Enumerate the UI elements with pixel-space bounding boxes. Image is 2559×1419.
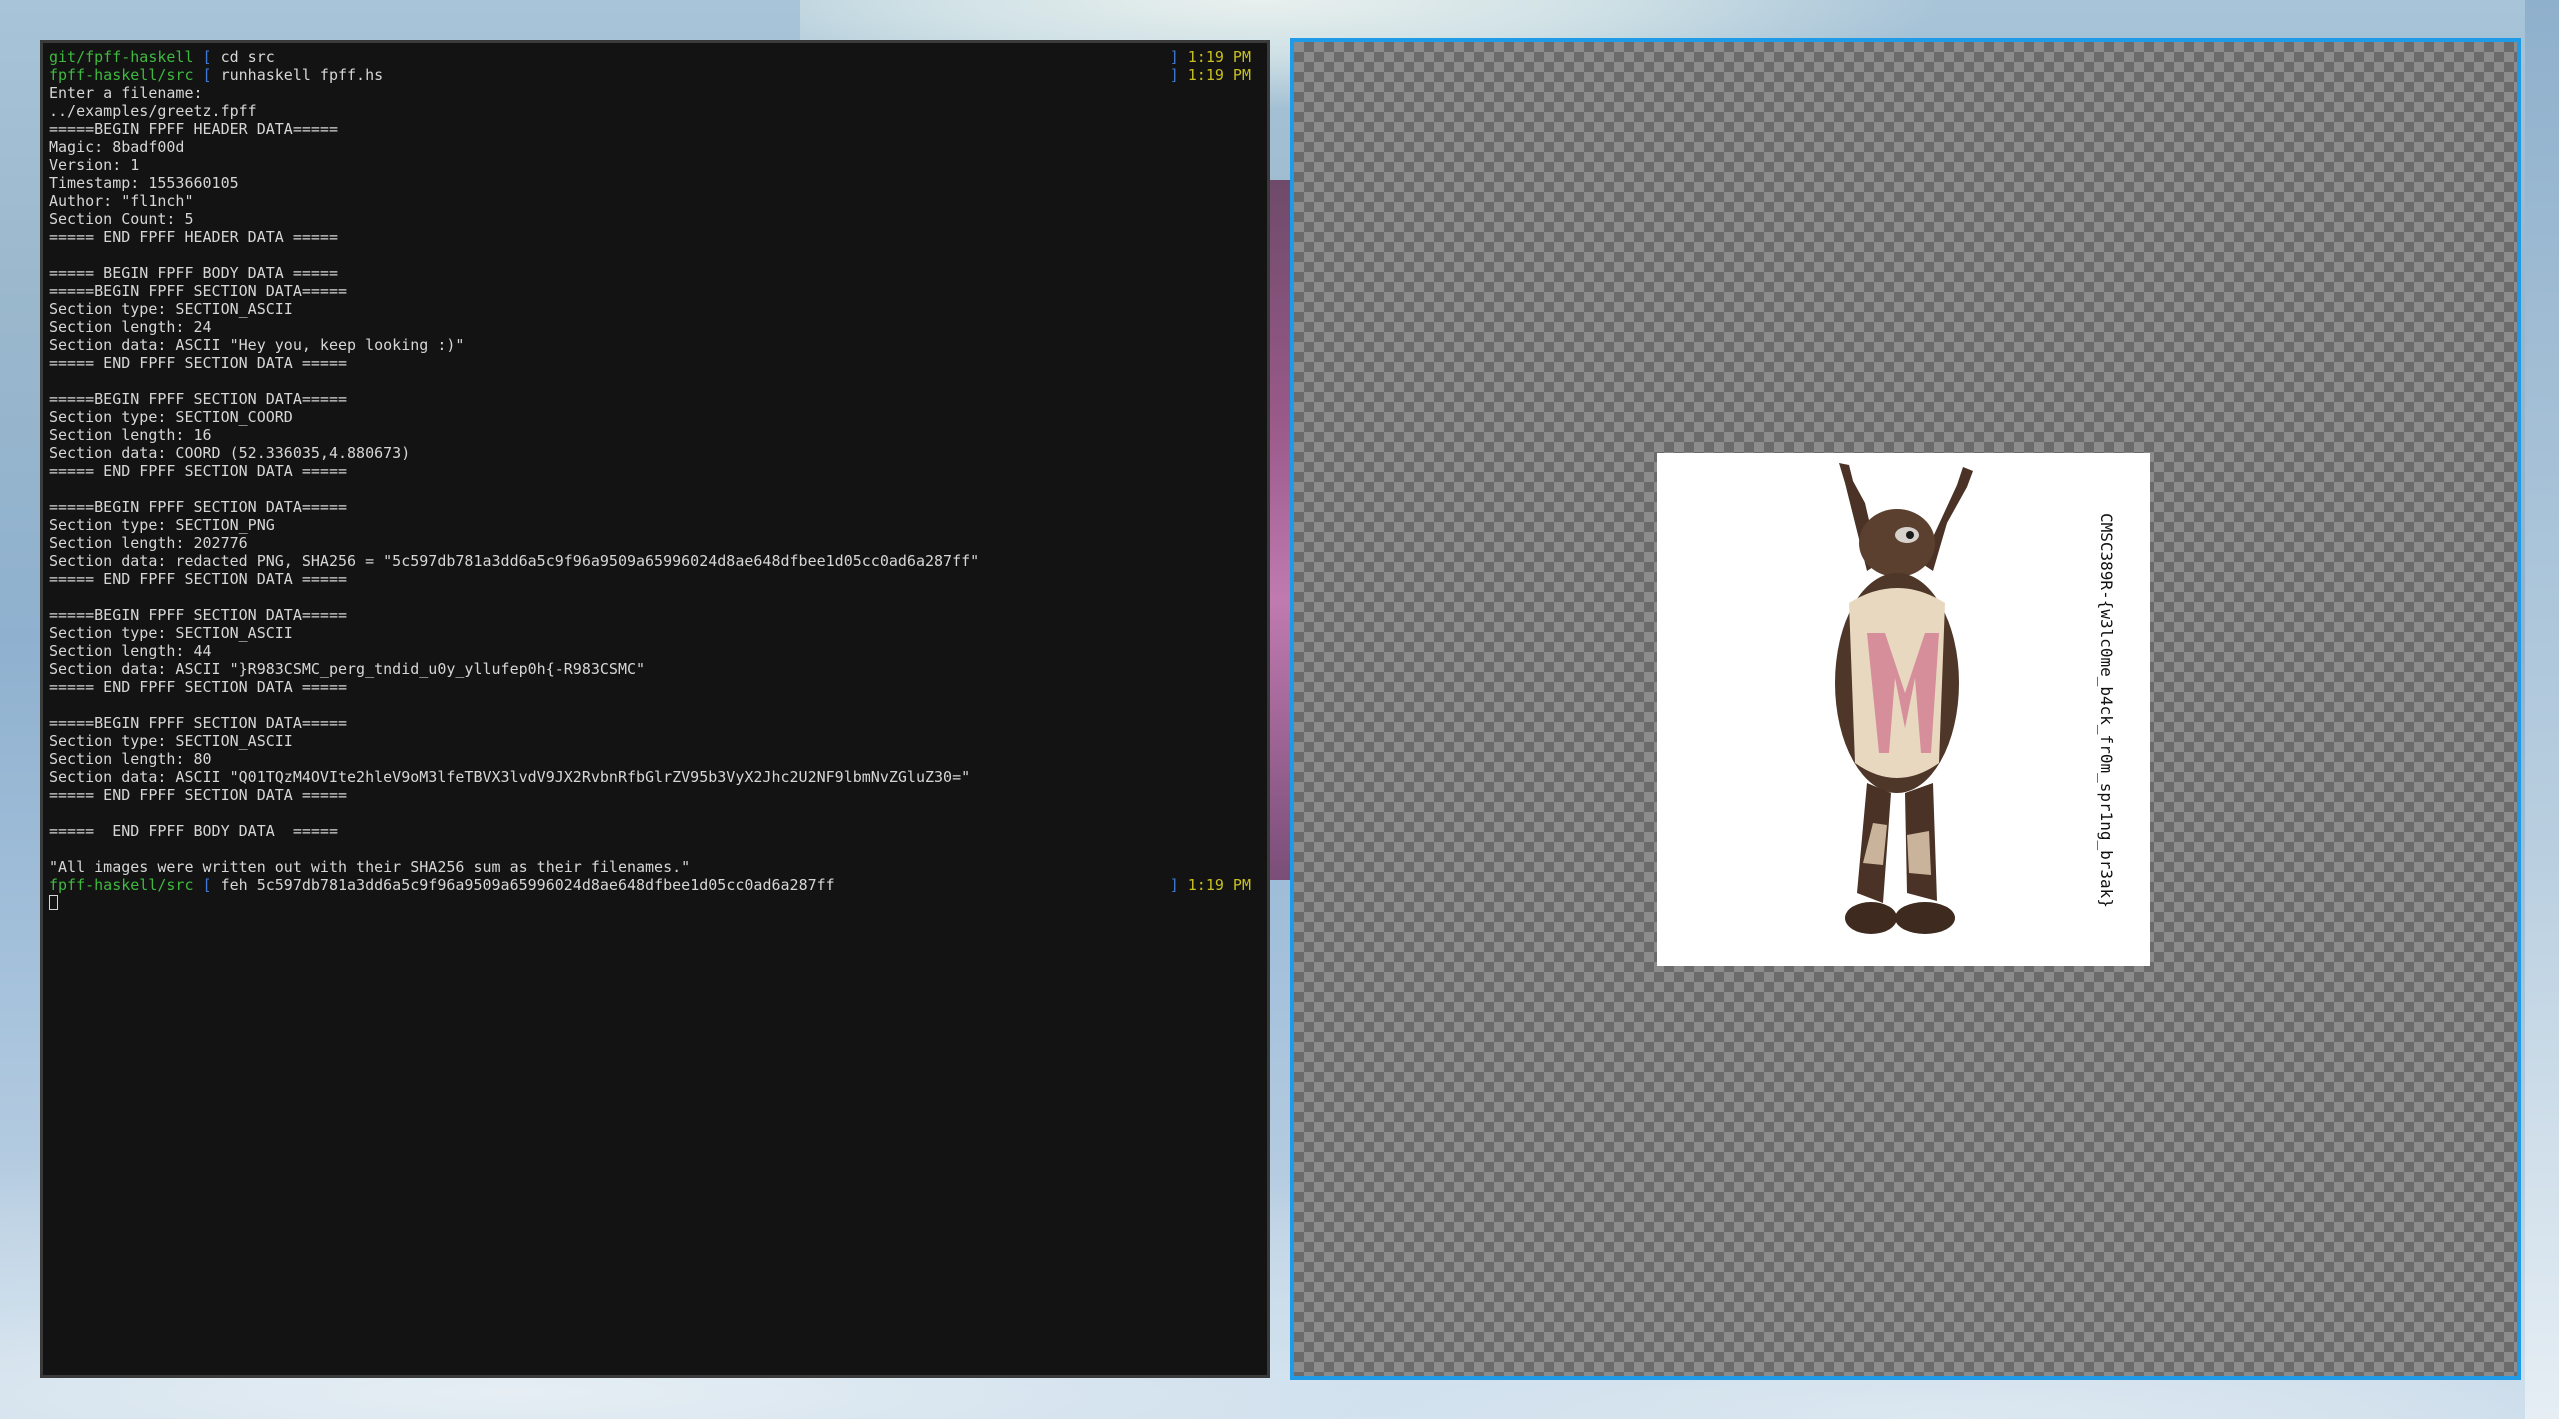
terminal-output-line: Section length: 16 [49,426,212,444]
terminal-output-line: Version: 1 [49,156,140,174]
terminal-output-line: "All images were written out with their … [49,858,691,876]
terminal-output-line: ===== BEGIN FPFF BODY DATA ===== [49,264,338,282]
prompt-time-value: 1:19 PM [1187,48,1251,66]
prompt-bracket: [ [202,48,212,66]
terminal-output-line: Section length: 24 [49,318,212,336]
terminal-output-line: Section length: 44 [49,642,212,660]
terminal-output-line: Section type: SECTION_ASCII [49,300,293,318]
terminal-output-line: Section data: COORD (52.336035,4.880673) [49,444,411,462]
terminal-output-line: =====BEGIN FPFF SECTION DATA===== [49,498,348,516]
terminal-output-line: ===== END FPFF SECTION DATA ===== [49,354,348,372]
terminal-output-line: =====BEGIN FPFF SECTION DATA===== [49,390,348,408]
terminal-output-line: ===== END FPFF SECTION DATA ===== [49,678,348,696]
mascot-photo: CMSC389R-{w3lc0me_b4ck_fr0m_spr1ng_br3ak… [1657,453,2150,966]
terminal-output-line: ===== END FPFF SECTION DATA ===== [49,462,348,480]
terminal-output-line: Section type: SECTION_COORD [49,408,293,426]
text-cursor [49,895,58,910]
image-viewer-window[interactable]: CMSC389R-{w3lc0me_b4ck_fr0m_spr1ng_br3ak… [1290,38,2521,1380]
prompt-command: cd src [220,48,275,66]
flag-text: CMSC389R-{w3lc0me_b4ck_fr0m_spr1ng_br3ak… [2097,513,2116,908]
prompt-bracket: [ [202,876,212,894]
terminal-output-line: Section data: ASCII "Q01TQzM4OVIte2hleV9… [49,768,971,786]
terminal-output-line: Magic: 8badf00d [49,138,185,156]
prompt-command: feh 5c597db781a3dd6a5c9f96a9509a65996024… [220,876,835,894]
prompt-path: git/fpff-haskell [49,48,194,66]
terminal-output-line: =====BEGIN FPFF SECTION DATA===== [49,282,348,300]
terrapin-mascot-image [1835,463,1973,934]
terminal-output-line: Section Count: 5 [49,210,194,228]
terminal-output-line: Author: "fl1nch" [49,192,194,210]
prompt-bracket: [ [202,66,212,84]
prompt-path: fpff-haskell/src [49,66,194,84]
prompt-time-bracket: ] [1169,876,1179,894]
prompt-command: runhaskell fpff.hs [220,66,384,84]
terminal-prompt-line: fpff-haskell/src [ feh 5c597db781a3dd6a5… [49,876,1259,894]
terminal-output-line: Section type: SECTION_PNG [49,516,275,534]
terminal-output-line: Section type: SECTION_ASCII [49,732,293,750]
prompt-time-bracket: ] [1169,66,1179,84]
terminal-output-line: Section length: 202776 [49,534,248,552]
terminal-output-line: Section data: ASCII "}R983CSMC_perg_tndi… [49,660,646,678]
terminal-output-line: ===== END FPFF HEADER DATA ===== [49,228,338,246]
prompt-time: ] 1:19 PM [1170,876,1251,894]
prompt-time-value: 1:19 PM [1187,66,1251,84]
terminal-output-line: ===== END FPFF SECTION DATA ===== [49,570,348,588]
terminal-output-line: Enter a filename: [49,84,203,102]
prompt-time: ] 1:19 PM [1170,48,1251,66]
terminal-output-line: Section data: ASCII "Hey you, keep looki… [49,336,465,354]
prompt-path: fpff-haskell/src [49,876,194,894]
wallpaper-edge [2525,0,2559,1419]
terminal-output-line: ===== END FPFF BODY DATA ===== [49,822,338,840]
terminal-output-line: =====BEGIN FPFF HEADER DATA===== [49,120,338,138]
terminal-prompt-line: fpff-haskell/src [ runhaskell fpff.hs] 1… [49,66,1259,84]
terminal-output-line: =====BEGIN FPFF SECTION DATA===== [49,714,348,732]
terminal-output-line: ../examples/greetz.fpff [49,102,257,120]
terminal-output-line: Section data: redacted PNG, SHA256 = "5c… [49,552,980,570]
terminal-window[interactable]: git/fpff-haskell [ cd src] 1:19 PM fpff-h… [40,40,1270,1378]
prompt-time-value: 1:19 PM [1187,876,1251,894]
terminal-output-line: Section type: SECTION_ASCII [49,624,293,642]
terminal-prompt-line: git/fpff-haskell [ cd src] 1:19 PM [49,48,1259,66]
terminal-output-line: Section length: 80 [49,750,212,768]
terminal-output-line: ===== END FPFF SECTION DATA ===== [49,786,348,804]
terminal-output-line: Timestamp: 1553660105 [49,174,239,192]
terminal-cursor-line [49,894,1259,912]
terminal-output: git/fpff-haskell [ cd src] 1:19 PM fpff-h… [49,48,1259,912]
prompt-time-bracket: ] [1169,48,1179,66]
prompt-time: ] 1:19 PM [1170,66,1251,84]
terminal-output-line: =====BEGIN FPFF SECTION DATA===== [49,606,348,624]
